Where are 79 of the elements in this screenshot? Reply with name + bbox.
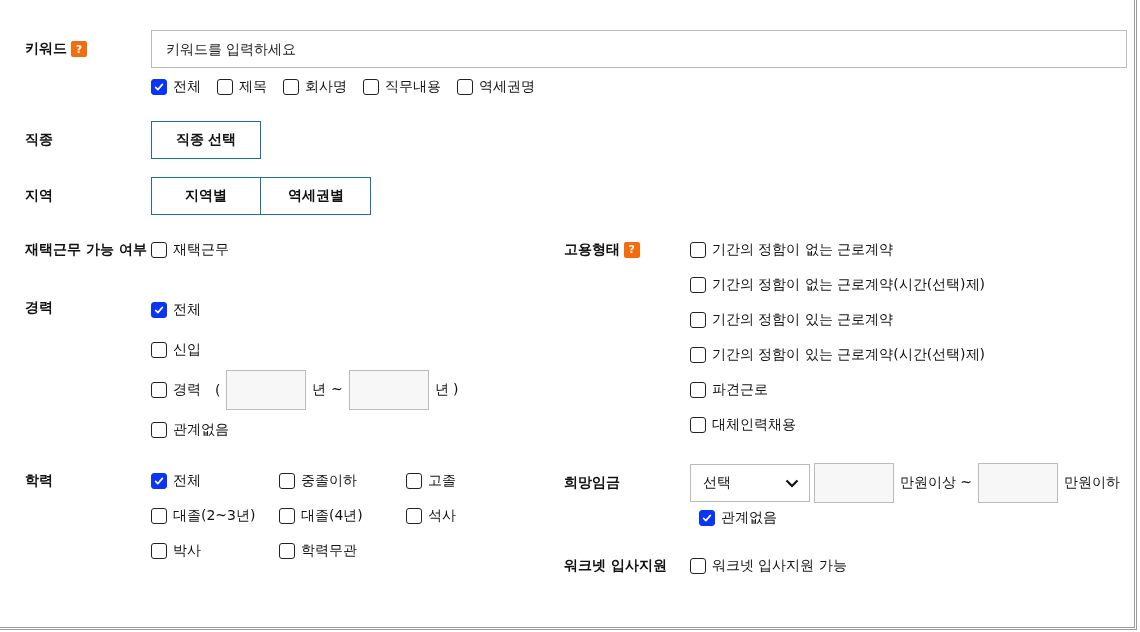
- years-to-input[interactable]: [348, 370, 429, 410]
- checkbox-label[interactable]: 고졸: [428, 471, 456, 490]
- checkbox-label[interactable]: 기간의 정함이 있는 근로계약: [711, 310, 894, 329]
- checkbox-label[interactable]: 제목: [239, 78, 267, 96]
- checkbox-label[interactable]: 중졸이하: [301, 471, 357, 490]
- field-label: 워크넷 입사지원: [563, 556, 667, 575]
- checkmark-icon: [153, 81, 165, 93]
- checkbox[interactable]: [698, 510, 715, 526]
- checkbox[interactable]: [151, 342, 167, 358]
- checkbox[interactable]: [217, 79, 233, 95]
- field-label: 경력: [25, 299, 53, 317]
- keyword-input[interactable]: 키워드를 입력하세요: [151, 30, 1127, 68]
- checkbox[interactable]: [151, 422, 167, 438]
- checkbox[interactable]: [151, 472, 167, 489]
- checkbox[interactable]: [457, 79, 473, 95]
- checkbox-label[interactable]: 전체: [173, 471, 201, 490]
- checkbox-label[interactable]: 대졸(2~3년): [173, 506, 256, 525]
- checkbox-label[interactable]: 학력무관: [301, 541, 357, 560]
- checkbox[interactable]: [689, 311, 706, 328]
- checkbox[interactable]: [689, 276, 706, 293]
- checkbox-label[interactable]: 석사: [428, 506, 456, 525]
- unit-label: 만원이상 ~: [899, 474, 972, 492]
- checkbox-label[interactable]: 역세권명: [479, 78, 535, 96]
- bracket-text: (: [215, 382, 221, 398]
- checkbox-label[interactable]: 박사: [173, 541, 201, 560]
- job-select-button[interactable]: 직종 선택: [151, 121, 261, 159]
- salary-to-input[interactable]: [978, 463, 1058, 503]
- checkbox-label[interactable]: 전체: [173, 301, 201, 319]
- unit-label: 만원이하: [1064, 474, 1120, 492]
- checkbox-label[interactable]: 경력: [173, 381, 201, 399]
- checkbox-label[interactable]: 직무내용: [385, 78, 441, 96]
- field-label: 직종: [25, 131, 53, 149]
- checkbox[interactable]: [406, 472, 422, 489]
- checkbox[interactable]: [151, 302, 167, 318]
- checkbox[interactable]: [406, 507, 422, 524]
- checkbox[interactable]: [279, 507, 295, 524]
- checkbox[interactable]: [689, 346, 706, 363]
- checkmark-icon: [153, 304, 165, 316]
- unit-label: 년 ): [434, 381, 459, 399]
- checkbox-label[interactable]: 대졸(4년): [301, 506, 363, 525]
- checkbox[interactable]: [279, 472, 295, 489]
- years-from-input[interactable]: [226, 370, 307, 410]
- checkmark-icon: [700, 512, 713, 524]
- field-label: 학력: [25, 471, 53, 490]
- salary-from-input[interactable]: [813, 463, 894, 503]
- checkbox[interactable]: [689, 557, 706, 574]
- field-label: 희망임금: [563, 474, 620, 492]
- checkbox[interactable]: [283, 79, 299, 95]
- checkbox[interactable]: [689, 381, 706, 398]
- checkbox[interactable]: [151, 382, 167, 398]
- salary-type-select[interactable]: 선택: [689, 464, 810, 502]
- checkbox-label[interactable]: 기간의 정함이 없는 근로계약(시간(선택)제): [711, 275, 985, 294]
- region-tab-button[interactable]: 지역별: [151, 177, 261, 215]
- chevron-down-icon: [784, 478, 799, 488]
- checkbox-label[interactable]: 재택근무: [173, 240, 229, 259]
- checkbox-label[interactable]: 신입: [173, 341, 201, 359]
- unit-label: 년 ~: [312, 381, 343, 399]
- checkbox-label[interactable]: 기간의 정함이 없는 근로계약: [711, 240, 894, 259]
- checkbox-label[interactable]: 대체인력채용: [711, 415, 796, 434]
- checkbox[interactable]: [151, 542, 167, 559]
- checkbox[interactable]: [689, 416, 706, 433]
- field-label: 지역: [25, 187, 53, 205]
- checkbox-label[interactable]: 관계없음: [173, 421, 229, 439]
- checkbox[interactable]: [151, 241, 167, 258]
- checkbox-label[interactable]: 워크넷 입사지원 가능: [711, 556, 847, 575]
- checkbox[interactable]: [279, 542, 295, 559]
- checkbox-label[interactable]: 전체: [173, 78, 201, 96]
- field-label: 고용형태: [563, 240, 620, 259]
- region-tab-button[interactable]: 역세권별: [261, 177, 371, 215]
- checkbox-label[interactable]: 회사명: [305, 78, 347, 96]
- checkbox-label[interactable]: 기간의 정함이 있는 근로계약(시간(선택)제): [711, 345, 985, 364]
- checkbox[interactable]: [151, 507, 167, 524]
- checkbox-label[interactable]: 파견근로: [711, 380, 768, 399]
- field-label: 재택근무 가능 여부: [25, 240, 147, 259]
- checkbox-label[interactable]: 관계없음: [720, 509, 777, 527]
- checkbox[interactable]: [363, 79, 379, 95]
- field-label: 키워드: [25, 40, 67, 58]
- checkbox[interactable]: [689, 241, 706, 258]
- checkbox[interactable]: [151, 79, 167, 95]
